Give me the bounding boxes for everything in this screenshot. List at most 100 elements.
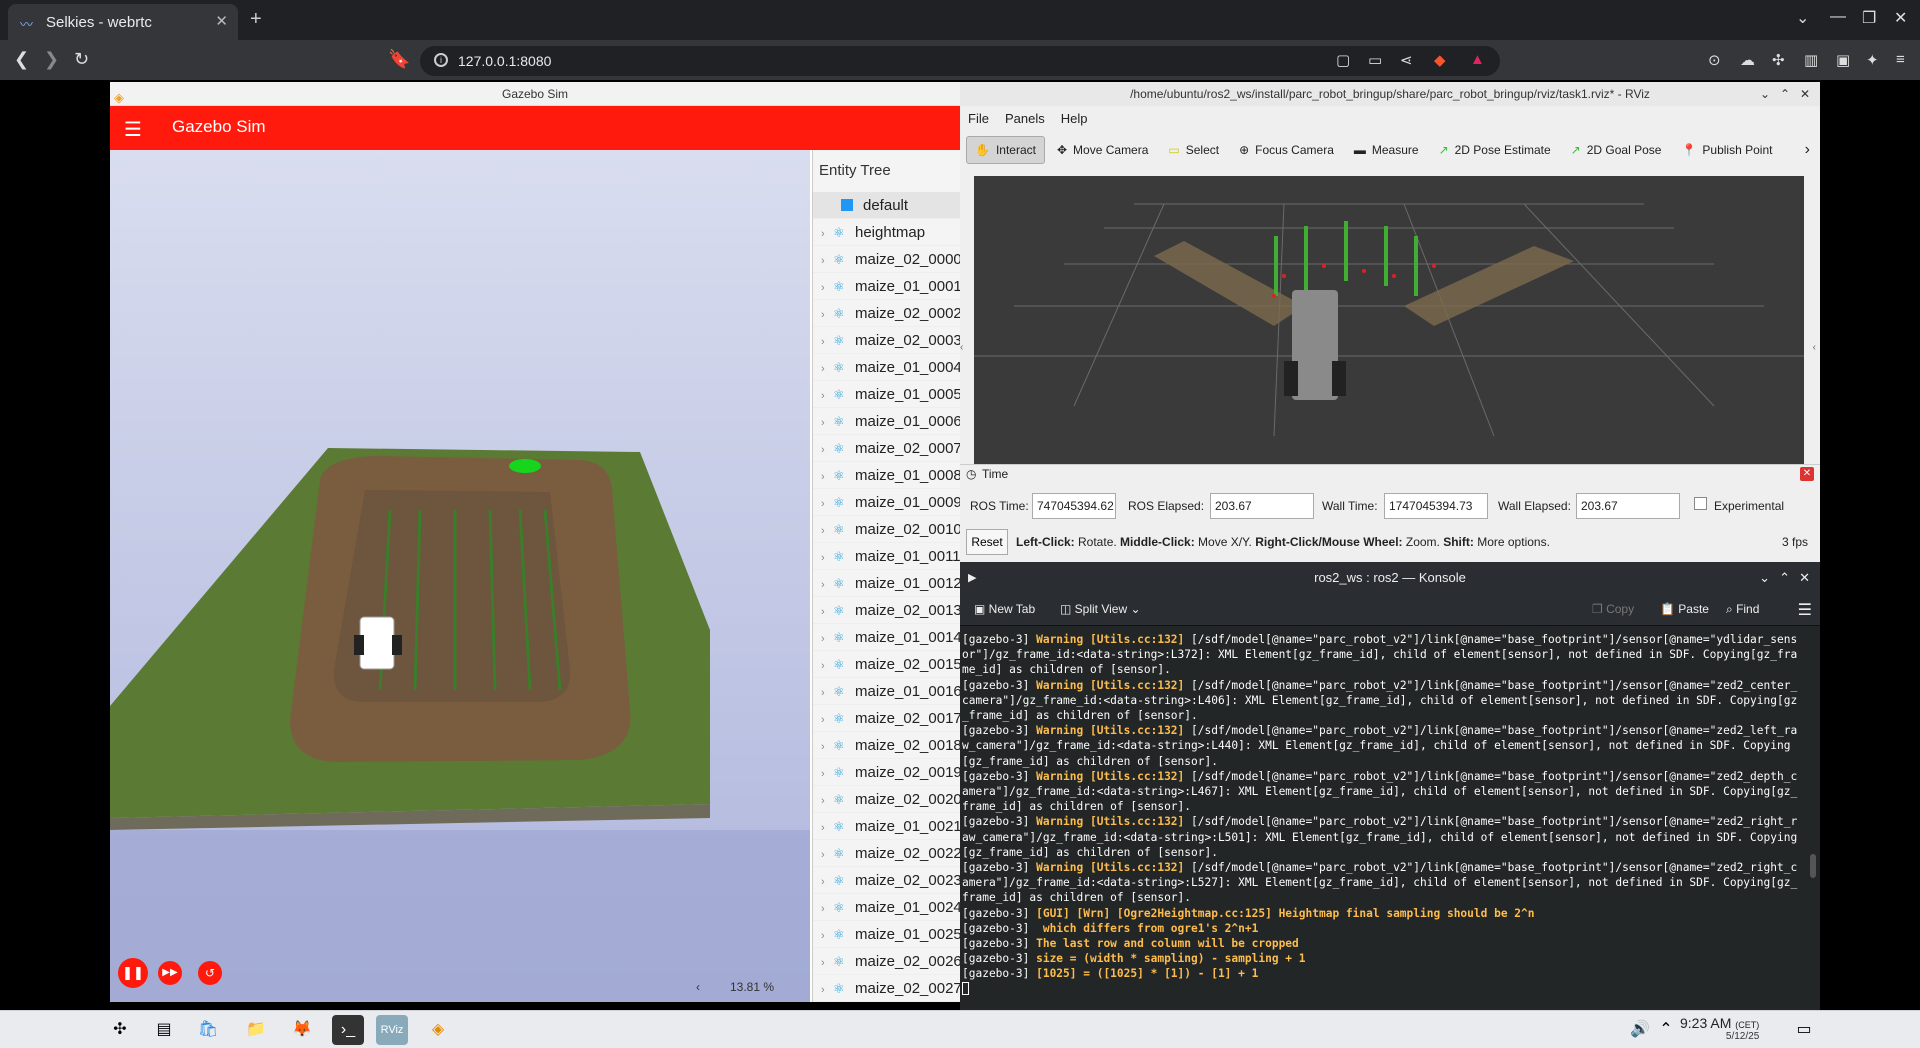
- rviz-maximize-icon[interactable]: ⌃: [1780, 82, 1790, 106]
- expand-arrow-icon[interactable]: ›: [821, 599, 833, 626]
- entity-row[interactable]: › ⚛ maize_01_0011: [813, 543, 960, 570]
- entity-row[interactable]: › ⚛ maize_02_0000: [813, 246, 960, 273]
- entity-row[interactable]: default: [813, 192, 960, 219]
- close-tab-icon[interactable]: ✕: [215, 12, 228, 30]
- menu-file[interactable]: File: [968, 106, 989, 132]
- entity-row[interactable]: › ⚛ maize_02_0027: [813, 975, 960, 1002]
- menu-panels[interactable]: Panels: [1005, 106, 1045, 132]
- konsole-menu-icon[interactable]: ☰: [1798, 600, 1812, 620]
- system-settings-icon[interactable]: ▤: [148, 1015, 180, 1045]
- cast-icon[interactable]: ▭: [1368, 51, 1382, 69]
- entity-row[interactable]: › ⚛ maize_01_0006: [813, 408, 960, 435]
- entity-row[interactable]: › ⚛ maize_02_0003: [813, 327, 960, 354]
- konsole-taskbar-icon[interactable]: ›_: [332, 1015, 364, 1045]
- entity-row[interactable]: › ⚛ maize_01_0005: [813, 381, 960, 408]
- expand-arrow-icon[interactable]: ›: [821, 680, 833, 707]
- expand-arrow-icon[interactable]: ›: [821, 815, 833, 842]
- entity-row[interactable]: › ⚛ maize_02_0022: [813, 840, 960, 867]
- expand-arrow-icon[interactable]: ›: [821, 410, 833, 437]
- rviz-close-icon[interactable]: ✕: [1800, 82, 1810, 106]
- minimize-icon[interactable]: —: [1830, 8, 1846, 26]
- left-collapse-icon[interactable]: ‹: [960, 342, 963, 353]
- entity-row[interactable]: › ⚛ maize_01_0001: [813, 273, 960, 300]
- split-view-button[interactable]: ◫ Split View ⌄: [1060, 602, 1141, 616]
- tool-measure[interactable]: ▬ Measure: [1346, 136, 1427, 164]
- expand-arrow-icon[interactable]: ›: [821, 653, 833, 680]
- cloud-icon[interactable]: ☁: [1740, 51, 1755, 69]
- expand-arrow-icon[interactable]: ›: [821, 275, 833, 302]
- rviz-minimize-icon[interactable]: ⌄: [1760, 82, 1770, 106]
- expand-arrow-icon[interactable]: ›: [821, 761, 833, 788]
- collapse-arrow-icon[interactable]: ‹: [696, 980, 700, 994]
- rviz-3d-view[interactable]: [974, 176, 1804, 464]
- wall-elapsed-field[interactable]: 203.67: [1576, 493, 1680, 519]
- entity-row[interactable]: › ⚛ maize_01_0014: [813, 624, 960, 651]
- entity-row[interactable]: › ⚛ maize_01_0008: [813, 462, 960, 489]
- tool-select[interactable]: ▭ Select: [1160, 136, 1227, 164]
- expand-arrow-icon[interactable]: ›: [821, 248, 833, 275]
- wall-time-field[interactable]: 1747045394.73: [1384, 493, 1488, 519]
- new-tab-button[interactable]: ▣ New Tab: [974, 602, 1035, 616]
- ros-time-field[interactable]: 747045394.62: [1032, 493, 1116, 519]
- system-clock[interactable]: 9:23 AM (CET) 5/12/25: [1680, 1015, 1759, 1042]
- puzzle-icon[interactable]: ✣: [1772, 51, 1785, 69]
- reset-button[interactable]: ↺: [198, 961, 222, 985]
- entity-row[interactable]: › ⚛ maize_02_0018: [813, 732, 960, 759]
- gazebo-taskbar-icon[interactable]: ◈: [422, 1015, 454, 1045]
- gazebo-3d-scene[interactable]: ❚❚ ▶▶ ↺ ‹ 13.81 %: [110, 150, 810, 1002]
- tool-2d-goal-pose[interactable]: ↗ 2D Goal Pose: [1563, 136, 1670, 164]
- entity-row[interactable]: › ⚛ maize_02_0015: [813, 651, 960, 678]
- tool-interact[interactable]: ✋ Interact: [966, 136, 1045, 164]
- back-icon[interactable]: ❮: [14, 49, 29, 70]
- konsole-minimize-icon[interactable]: ⌄: [1759, 562, 1770, 594]
- site-info-icon[interactable]: i: [434, 53, 448, 67]
- expand-arrow-icon[interactable]: ›: [821, 626, 833, 653]
- entity-row[interactable]: › ⚛ maize_02_0026: [813, 948, 960, 975]
- hamburger-menu-icon[interactable]: ☰: [124, 117, 142, 142]
- find-button[interactable]: ⌕ Find: [1726, 602, 1759, 617]
- entity-row[interactable]: › ⚛ maize_01_0016: [813, 678, 960, 705]
- right-collapse-icon[interactable]: ‹: [1813, 342, 1816, 353]
- step-button[interactable]: ▶▶: [158, 961, 182, 985]
- expand-arrow-icon[interactable]: ›: [821, 923, 833, 950]
- terminal-output[interactable]: [gazebo-3] Warning [Utils.cc:132] [/sdf/…: [962, 632, 1802, 1006]
- entity-row[interactable]: › ⚛ maize_02_0013: [813, 597, 960, 624]
- rviz-taskbar-icon[interactable]: RViz: [376, 1015, 408, 1045]
- leo-ai-icon[interactable]: ✦: [1866, 51, 1879, 69]
- reload-icon[interactable]: ↻: [74, 49, 89, 70]
- entity-row[interactable]: › ⚛ maize_01_0021: [813, 813, 960, 840]
- tray-expand-icon[interactable]: ⌃: [1650, 1015, 1682, 1045]
- expand-arrow-icon[interactable]: ›: [821, 437, 833, 464]
- paste-button[interactable]: 📋 Paste: [1660, 602, 1709, 616]
- tool-move-camera[interactable]: ✥ Move Camera: [1049, 136, 1156, 164]
- expand-arrow-icon[interactable]: ›: [821, 383, 833, 410]
- expand-arrow-icon[interactable]: ›: [821, 896, 833, 923]
- wallet-icon[interactable]: ▣: [1836, 51, 1850, 69]
- entity-row[interactable]: › ⚛ maize_01_0025: [813, 921, 960, 948]
- copy-button[interactable]: ❐ Copy: [1592, 602, 1634, 616]
- menu-icon[interactable]: ≡: [1896, 51, 1905, 68]
- expand-arrow-icon[interactable]: ›: [821, 356, 833, 383]
- extension-icon[interactable]: ⊙: [1708, 51, 1721, 69]
- tool-2d-pose-estimate[interactable]: ↗ 2D Pose Estimate: [1431, 136, 1559, 164]
- entity-row[interactable]: › ⚛ maize_01_0012: [813, 570, 960, 597]
- tool-publish-point[interactable]: 📍 Publish Point: [1673, 136, 1780, 164]
- file-manager-icon[interactable]: 📁: [240, 1015, 272, 1045]
- toolbar-overflow-icon[interactable]: ›: [1805, 141, 1814, 159]
- brave-rewards-icon[interactable]: ▲: [1470, 51, 1485, 68]
- expand-arrow-icon[interactable]: ›: [821, 464, 833, 491]
- expand-arrow-icon[interactable]: ›: [821, 842, 833, 869]
- experimental-checkbox[interactable]: [1694, 497, 1707, 510]
- expand-arrow-icon[interactable]: ›: [821, 545, 833, 572]
- entity-row[interactable]: › ⚛ maize_01_0009: [813, 489, 960, 516]
- entity-row[interactable]: › ⚛ heightmap: [813, 219, 960, 246]
- entity-row[interactable]: › ⚛ maize_01_0004: [813, 354, 960, 381]
- konsole-maximize-icon[interactable]: ⌃: [1779, 562, 1790, 594]
- expand-arrow-icon[interactable]: ›: [821, 491, 833, 518]
- browser-tab[interactable]: 〰 Selkies - webrtc ✕: [8, 4, 238, 40]
- show-desktop-icon[interactable]: ▭: [1788, 1015, 1820, 1045]
- expand-arrow-icon[interactable]: ›: [821, 221, 833, 248]
- expand-arrow-icon[interactable]: ›: [821, 977, 833, 1002]
- tab-list-icon[interactable]: ⌄: [1796, 8, 1809, 28]
- expand-arrow-icon[interactable]: ›: [821, 329, 833, 356]
